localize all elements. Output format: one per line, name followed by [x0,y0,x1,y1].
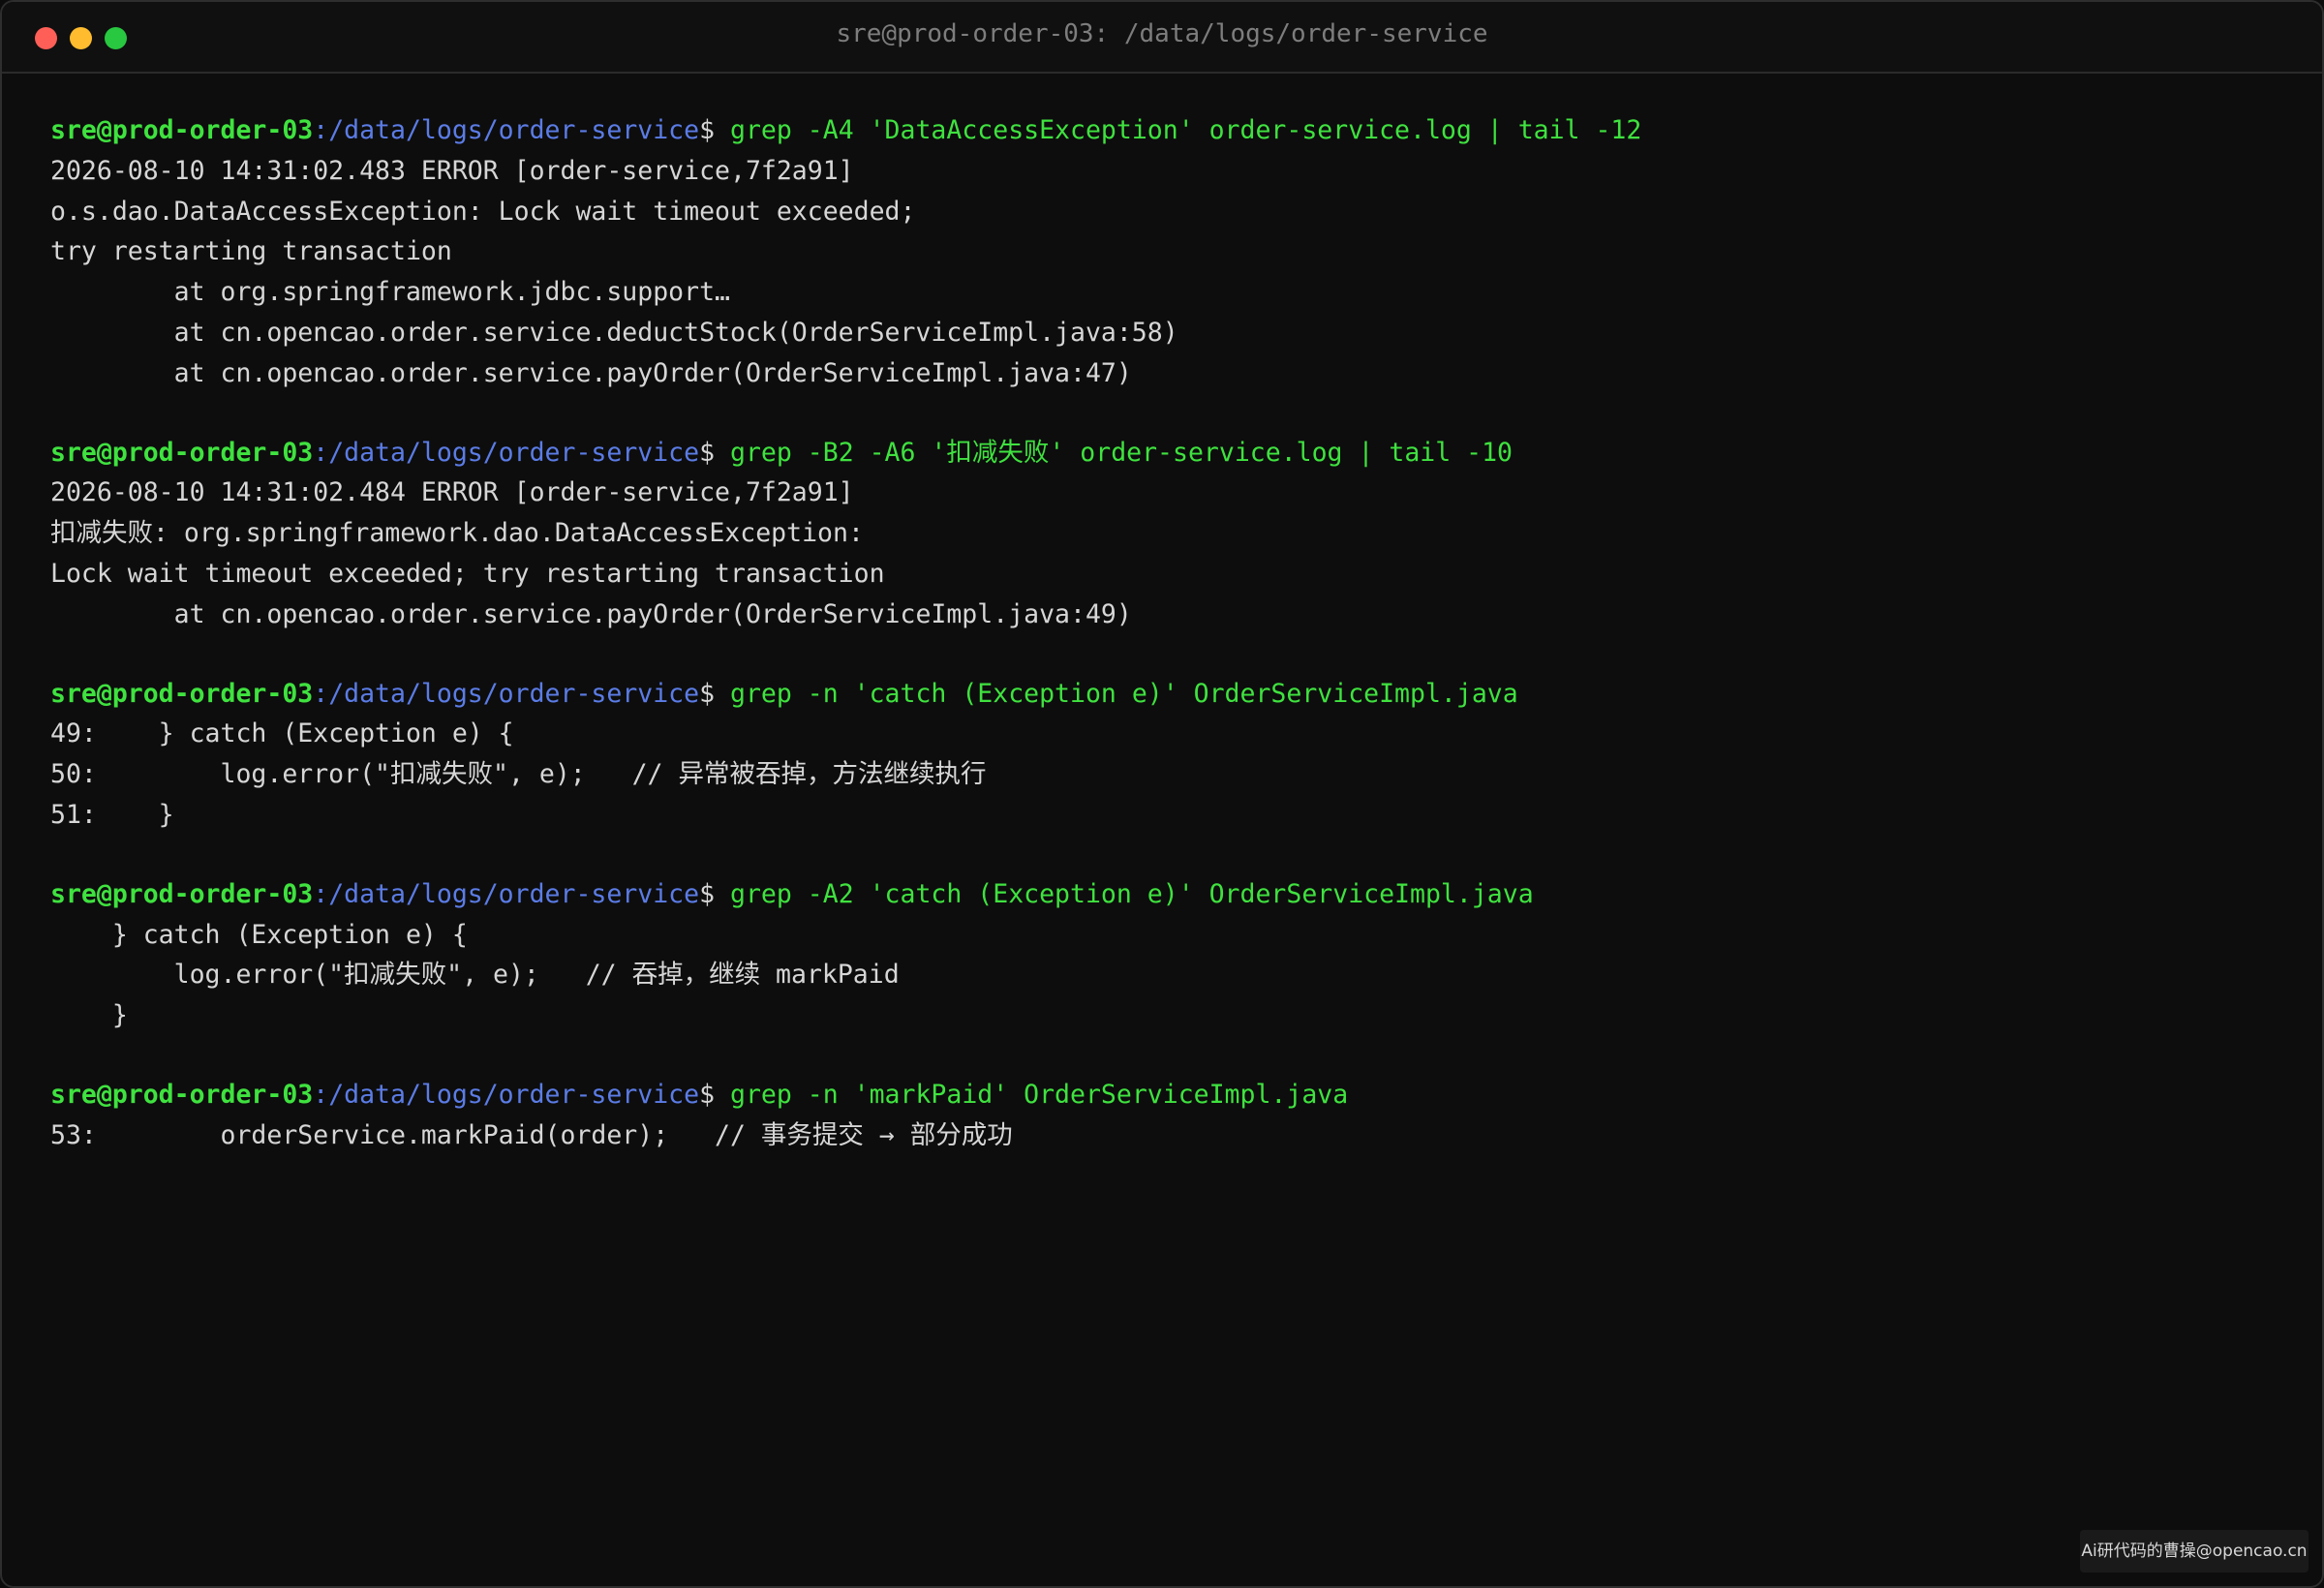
output-line: at cn.opencao.order.service.payOrder(Ord… [50,598,1132,629]
prompt-symbol: $ [699,1079,716,1110]
output-line: try restarting transaction [50,236,452,267]
command-line: sre@prod-order-03:/data/logs/order-servi… [50,110,2283,151]
output-line: 2026-08-10 14:31:02.484 ERROR [order-ser… [50,477,854,508]
output-line: Lock wait timeout exceeded; try restarti… [50,558,885,589]
terminal-window: sre@prod-order-03: /data/logs/order-serv… [0,0,2324,1588]
output-line: at org.springframework.jdbc.support… [50,277,730,308]
prompt-user: sre@prod-order-03 [50,115,314,145]
output-line: at cn.opencao.order.service.deductStock(… [50,317,1178,348]
output-line: } [50,1000,128,1031]
prompt-symbol: $ [699,678,716,709]
prompt-user: sre@prod-order-03 [50,878,314,909]
prompt-user: sre@prod-order-03 [50,678,314,709]
command-line: sre@prod-order-03:/data/logs/order-servi… [50,433,2283,473]
prompt-symbol: $ [699,115,716,145]
output-line: 53: orderService.markPaid(order); // 事务提… [50,1119,1013,1150]
watermark: Ai研代码的曹操@opencao.cn [2080,1530,2309,1573]
output-line: 49: } catch (Exception e) { [50,718,514,749]
command-text: grep -A4 'DataAccessException' order-ser… [715,115,1642,145]
prompt-path: :/data/logs/order-service [313,437,700,468]
prompt-path: :/data/logs/order-service [313,678,700,709]
output-line: 51: } [50,799,174,830]
prompt-user: sre@prod-order-03 [50,437,314,468]
prompt-path: :/data/logs/order-service [313,115,700,145]
command-text: grep -n 'markPaid' OrderServiceImpl.java [715,1079,1349,1110]
command-text: grep -A2 'catch (Exception e)' OrderServ… [715,878,1534,909]
output-line: 扣减失败: org.springframework.dao.DataAccess… [50,518,864,549]
window-title: sre@prod-order-03: /data/logs/order-serv… [836,19,1488,48]
output-line: o.s.dao.DataAccessException: Lock wait t… [50,196,916,227]
output-line: at cn.opencao.order.service.payOrder(Ord… [50,357,1132,388]
output-line: log.error("扣减失败", e); // 吞掉，继续 markPaid [50,960,900,991]
output-line: 2026-08-10 14:31:02.483 ERROR [order-ser… [50,155,854,186]
output-line: } catch (Exception e) { [50,919,468,950]
command-text: grep -B2 -A6 '扣减失败' order-service.log | … [715,437,1514,468]
title-bar: sre@prod-order-03: /data/logs/order-serv… [2,2,2322,74]
command-line: sre@prod-order-03:/data/logs/order-servi… [50,874,2283,915]
prompt-symbol: $ [699,437,716,468]
prompt-path: :/data/logs/order-service [313,1079,700,1110]
prompt-path: :/data/logs/order-service [313,878,700,909]
command-text: grep -n 'catch (Exception e)' OrderServi… [715,678,1518,709]
prompt-user: sre@prod-order-03 [50,1079,314,1110]
command-line: sre@prod-order-03:/data/logs/order-servi… [50,1075,2283,1115]
prompt-symbol: $ [699,878,716,909]
command-line: sre@prod-order-03:/data/logs/order-servi… [50,674,2283,715]
terminal-output[interactable]: sre@prod-order-03:/data/logs/order-servi… [50,110,2283,1156]
output-line: 50: log.error("扣减失败", e); // 异常被吞掉，方法继续执… [50,759,987,790]
